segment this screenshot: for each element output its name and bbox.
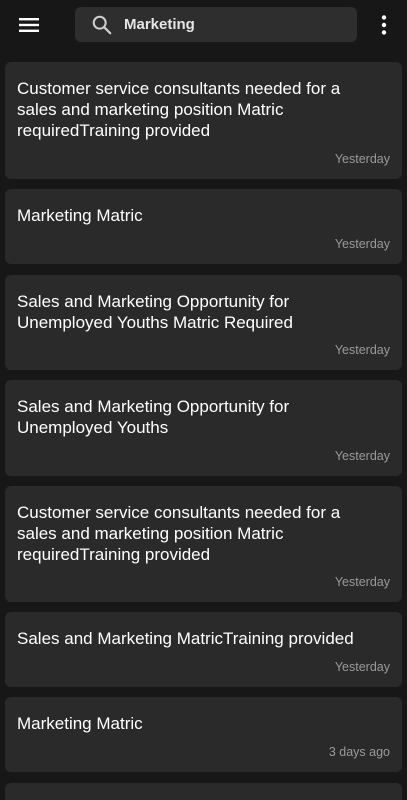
- menu-button[interactable]: [13, 12, 45, 38]
- menu-icon: [19, 18, 39, 32]
- top-app-bar: [0, 0, 407, 50]
- search-input[interactable]: [124, 7, 344, 42]
- search-icon: [92, 15, 112, 35]
- listing-card[interactable]: Marketing Matric Yesterday: [5, 189, 402, 264]
- listing-time: Yesterday: [334, 152, 390, 166]
- listing-card[interactable]: Sales and Marketing Opportunity for Unem…: [5, 275, 402, 370]
- listing-time: Yesterday: [334, 237, 390, 251]
- listing-time: Yesterday: [334, 449, 390, 463]
- listing-title: Marketing Matric: [17, 206, 143, 225]
- listing-card[interactable]: Customer service consultants needed for …: [5, 486, 402, 602]
- listing-title: Sales and Marketing Opportunity for Unem…: [17, 292, 293, 332]
- listing-card[interactable]: Sales and Marketing MatricTraining provi…: [5, 612, 402, 687]
- listing-time: Yesterday: [334, 660, 390, 674]
- listing-card[interactable]: Customer service consultants needed for …: [5, 62, 402, 179]
- more-options-button[interactable]: [373, 12, 395, 38]
- listing-title: Sales and Marketing MatricTraining provi…: [17, 629, 354, 648]
- listing-title: Sales and Marketing Opportunity for Unem…: [17, 397, 290, 437]
- listing-card[interactable]: Marketing Matric 3 days ago: [5, 697, 402, 772]
- listing-time: Yesterday: [334, 343, 390, 357]
- listing-time: Yesterday: [334, 575, 390, 589]
- listing-title: Customer service consultants needed for …: [17, 79, 341, 140]
- listing-title: Customer service consultants needed for …: [17, 503, 341, 564]
- listing-time: 3 days ago: [328, 745, 390, 759]
- more-vertical-icon: [381, 15, 387, 35]
- listing-card[interactable]: Sales and Marketing Opportunity for Unem…: [5, 380, 402, 476]
- listing-card[interactable]: [5, 783, 402, 800]
- app-screen: Customer service consultants needed for …: [0, 0, 407, 800]
- listing-title: Marketing Matric: [17, 714, 143, 733]
- search-box[interactable]: [75, 7, 357, 42]
